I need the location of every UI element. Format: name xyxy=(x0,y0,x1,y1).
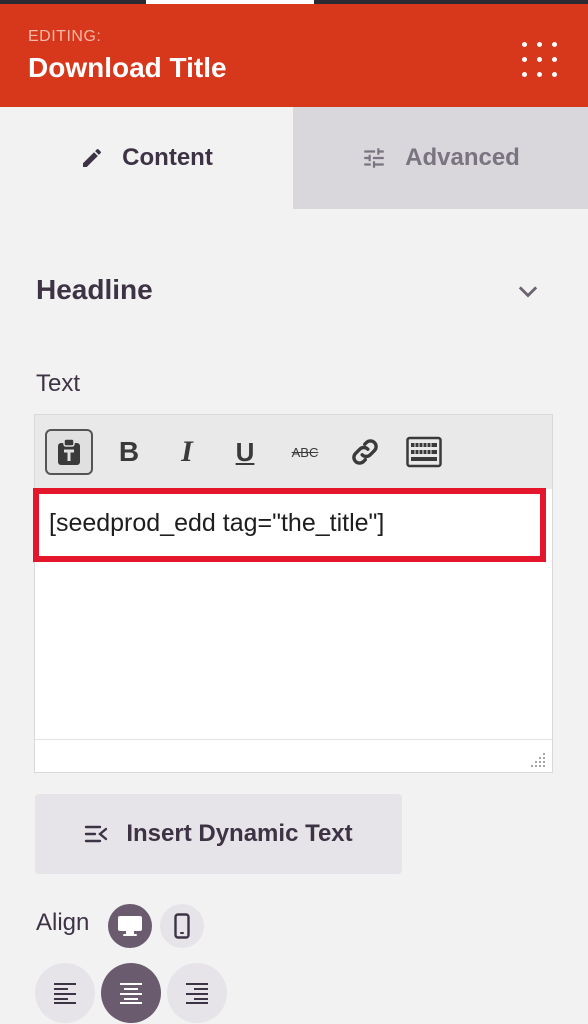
tab-advanced-label: Advanced xyxy=(405,144,520,171)
align-center-button[interactable] xyxy=(101,963,161,1023)
align-right-icon xyxy=(186,983,208,1004)
editor-statusbar xyxy=(35,739,552,772)
link-button[interactable] xyxy=(341,429,389,475)
strikethrough-button[interactable]: ABC xyxy=(281,429,329,475)
device-desktop-button[interactable] xyxy=(108,904,152,948)
editor-header: EDITING: Download Title xyxy=(0,4,588,107)
block-title: Download Title xyxy=(28,52,227,83)
panel-tabs: Content Advanced xyxy=(0,107,588,209)
paste-text-icon xyxy=(58,438,80,465)
grid-dots-icon[interactable] xyxy=(520,40,560,80)
bold-button[interactable]: B xyxy=(105,429,153,475)
align-left-icon xyxy=(54,983,76,1004)
sliders-icon xyxy=(364,148,384,168)
insert-dynamic-text-label: Insert Dynamic Text xyxy=(126,820,353,847)
insert-dynamic-text-button[interactable]: Insert Dynamic Text xyxy=(35,794,402,874)
underline-button[interactable]: U xyxy=(221,429,269,475)
text-field-label: Text xyxy=(36,370,81,397)
align-label: Align xyxy=(36,909,90,936)
desktop-icon xyxy=(118,916,142,936)
align-right-button[interactable] xyxy=(167,963,227,1023)
italic-button[interactable]: I xyxy=(163,429,211,475)
align-left-button[interactable] xyxy=(35,963,95,1023)
section-headline-title[interactable]: Headline xyxy=(36,274,153,306)
device-mobile-button[interactable] xyxy=(160,904,204,948)
chevron-down-icon[interactable] xyxy=(514,278,542,306)
paste-text-button[interactable] xyxy=(45,429,93,475)
editing-label: EDITING: xyxy=(28,28,102,45)
keyboard-icon xyxy=(406,436,442,468)
toolbar-toggle-button[interactable] xyxy=(400,429,448,475)
tab-content[interactable]: Content xyxy=(0,107,293,209)
resize-handle-icon[interactable] xyxy=(530,752,546,768)
dynamic-text-icon xyxy=(85,825,108,843)
editor-content[interactable]: [seedprod_edd tag="the_title"] xyxy=(49,509,384,538)
tab-advanced[interactable]: Advanced xyxy=(293,107,588,209)
align-center-icon xyxy=(120,983,142,1004)
tab-content-label: Content xyxy=(122,144,213,171)
link-icon xyxy=(352,439,378,465)
mobile-icon xyxy=(174,913,190,939)
pencil-icon xyxy=(83,148,102,167)
rich-text-editor: B I U ABC [seedprod_edd tag="the_title"] xyxy=(33,414,553,773)
editor-toolbar: B I U ABC xyxy=(35,415,552,489)
